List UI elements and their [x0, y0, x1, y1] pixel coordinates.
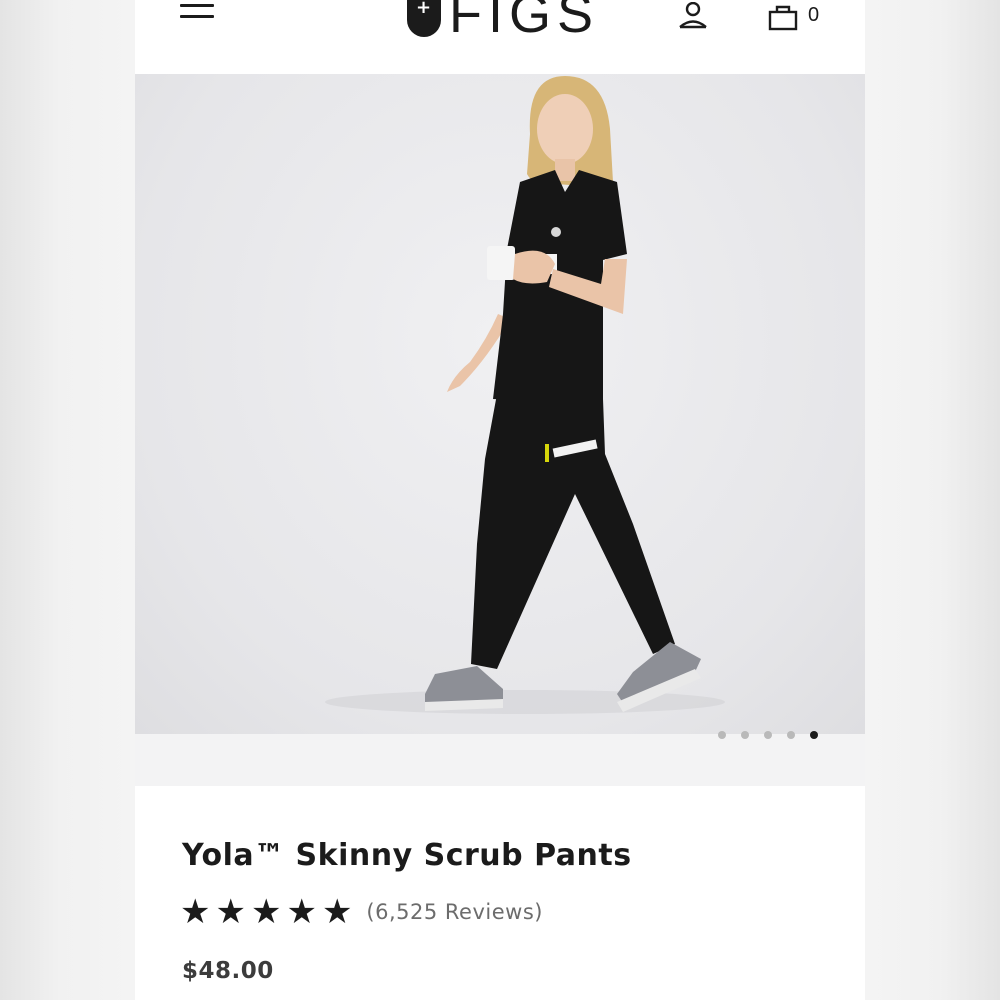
- figs-logo[interactable]: + FIGS: [407, 0, 599, 44]
- rating-stars: ★ ★ ★ ★ ★: [180, 894, 352, 930]
- model-illustration: [325, 76, 725, 714]
- carousel-dot[interactable]: [787, 731, 795, 739]
- product-page: + FIGS 0 Yola™ Skinny Scrub Pants ★ ★ ★ …: [135, 0, 865, 1000]
- product-photo[interactable]: [135, 74, 865, 734]
- carousel-dot[interactable]: [718, 731, 726, 739]
- site-header: + FIGS 0: [135, 0, 865, 74]
- carousel-dot[interactable]: [741, 731, 749, 739]
- star-icon: ★: [286, 892, 317, 932]
- star-icon: ★: [180, 892, 211, 932]
- carousel-dot-active[interactable]: [810, 731, 818, 739]
- user-icon[interactable]: [677, 2, 709, 30]
- star-icon: ★: [250, 892, 282, 932]
- cart-count[interactable]: 0: [808, 4, 819, 27]
- product-rating[interactable]: ★ ★ ★ ★ ★ (6,525 Reviews): [180, 894, 543, 930]
- reviews-link[interactable]: (6,525 Reviews): [366, 900, 543, 924]
- star-icon: ★: [215, 892, 246, 932]
- shopping-bag-icon[interactable]: [767, 2, 799, 32]
- star-icon: ★: [321, 892, 353, 932]
- logo-badge-icon: +: [407, 0, 441, 37]
- product-info: Yola™ Skinny Scrub Pants ★ ★ ★ ★ ★ (6,52…: [135, 786, 865, 1000]
- carousel-dots: [718, 731, 818, 739]
- product-gallery[interactable]: [135, 74, 865, 786]
- product-title: Yola™ Skinny Scrub Pants: [182, 838, 632, 873]
- logo-text: FIGS: [449, 0, 600, 44]
- hamburger-icon[interactable]: [180, 4, 214, 26]
- carousel-dot[interactable]: [764, 731, 772, 739]
- product-price: $48.00: [182, 958, 274, 984]
